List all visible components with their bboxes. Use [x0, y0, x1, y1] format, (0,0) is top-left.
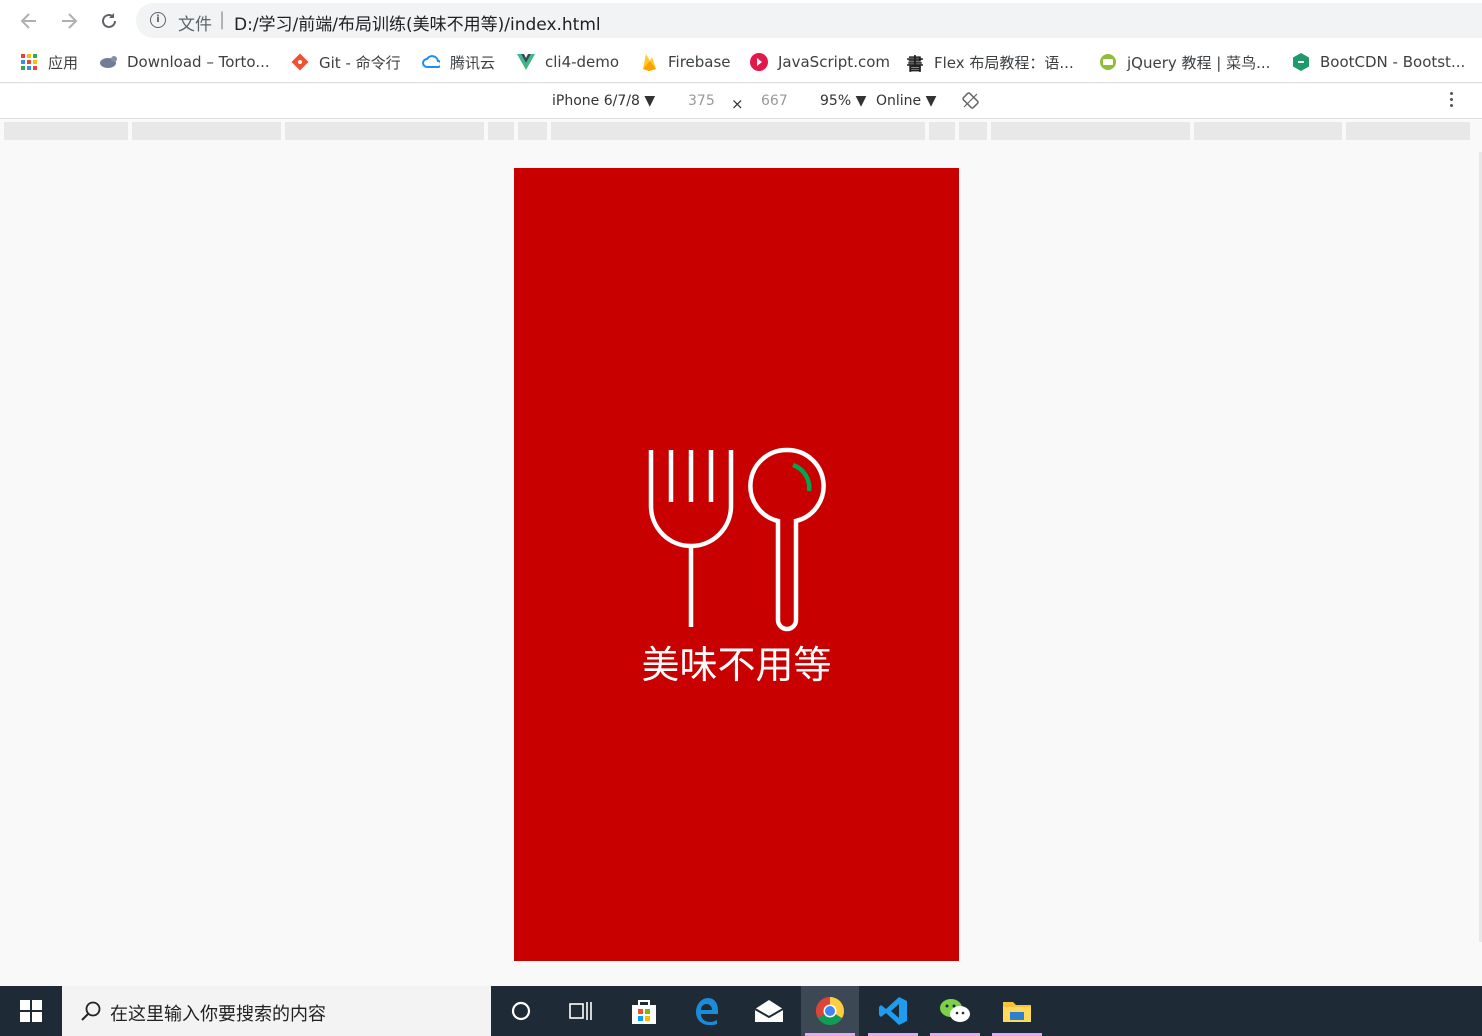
firebase-icon	[640, 53, 658, 71]
fork-spoon-icon	[648, 447, 826, 632]
url-text[interactable]: D:/学习/前端/布局训练(美味不用等)/index.html	[234, 10, 601, 35]
bookmark-label: 腾讯云	[450, 53, 496, 72]
git-icon	[291, 53, 309, 71]
rotate-icon[interactable]	[962, 92, 979, 109]
bookmark-tortoise[interactable]: Download – Torto...	[99, 52, 270, 72]
media-query-segment[interactable]	[1194, 122, 1342, 140]
wechat-button[interactable]	[926, 986, 984, 1036]
media-query-segment[interactable]	[1346, 122, 1470, 140]
media-query-segment[interactable]	[518, 122, 547, 140]
vscode-icon	[879, 997, 907, 1025]
javascript-icon	[750, 53, 768, 71]
folder-icon	[1003, 1002, 1031, 1022]
bookmark-git[interactable]: Git - 命令行	[291, 52, 401, 72]
task-view-button[interactable]	[552, 986, 610, 1036]
search-placeholder: 在这里输入你要搜索的内容	[110, 1004, 326, 1025]
bookmarks-bar: 应用 Download – Torto... Git - 命令行 腾讯云 cli…	[0, 42, 1482, 83]
windows-icon	[20, 1000, 42, 1022]
mail-icon	[754, 1000, 784, 1022]
bookmark-label: Git - 命令行	[319, 53, 401, 72]
media-query-segment[interactable]	[929, 122, 955, 140]
bookmark-javascript-com[interactable]: JavaScript.com	[750, 52, 890, 72]
apps-grid-icon	[20, 53, 38, 71]
media-query-segment[interactable]	[488, 122, 514, 140]
taskbar: 在这里输入你要搜索的内容	[0, 986, 1482, 1036]
bookmark-tencent-cloud[interactable]: 腾讯云	[422, 52, 495, 72]
cloud-icon	[422, 53, 440, 71]
search-icon	[81, 1001, 101, 1021]
bookmark-apps[interactable]: 应用	[20, 52, 78, 72]
media-query-segment[interactable]	[959, 122, 987, 140]
arrow-left-icon	[20, 13, 36, 29]
runoob-icon	[1099, 53, 1117, 71]
bookmark-label: JavaScript.com	[778, 53, 890, 71]
device-toolbar: iPhone 6/7/8 ▼ 375 × 667 95% ▼ Online ▼	[0, 84, 1482, 119]
media-query-segment[interactable]	[285, 122, 484, 140]
cortana-button[interactable]	[492, 986, 550, 1036]
vue-icon	[517, 53, 535, 71]
task-view-icon	[569, 1002, 592, 1020]
info-icon[interactable]: i	[150, 12, 166, 28]
media-query-segment[interactable]	[991, 122, 1190, 140]
throttle-select[interactable]: Online ▼	[876, 93, 936, 109]
viewport-height-input[interactable]: 667	[761, 93, 788, 109]
bookmark-label: Firebase	[668, 53, 731, 71]
bookmark-flex-tutorial[interactable]: 書 Flex 布局教程：语...	[906, 52, 1074, 75]
calligraphy-icon: 書	[906, 54, 924, 75]
browser-toolbar: i 文件 | D:/学习/前端/布局训练(美味不用等)/index.html	[0, 0, 1482, 42]
bookmark-cli4-demo[interactable]: cli4-demo	[517, 52, 619, 72]
brand-title: 美味不用等	[641, 643, 832, 687]
bookmark-bootcdn[interactable]: BootCDN - Bootst...	[1292, 52, 1465, 72]
address-bar[interactable]: i 文件 | D:/学习/前端/布局训练(美味不用等)/index.html	[136, 3, 1482, 38]
start-button[interactable]	[0, 986, 62, 1036]
chrome-icon	[816, 997, 844, 1025]
file-explorer-button[interactable]	[988, 986, 1046, 1036]
zoom-select[interactable]: 95% ▼	[820, 93, 866, 109]
bookmark-label: jQuery 教程 | 菜鸟...	[1127, 53, 1271, 72]
device-viewport: 美味不用等	[514, 168, 959, 961]
bookmark-label: cli4-demo	[545, 53, 620, 71]
media-query-segment[interactable]	[132, 122, 281, 140]
bookmark-label: Download – Torto...	[127, 53, 270, 71]
vscode-button[interactable]	[864, 986, 922, 1036]
bootcdn-icon	[1292, 53, 1310, 71]
edge-icon	[696, 998, 718, 1025]
bookmark-label: 应用	[48, 53, 79, 72]
taskbar-search[interactable]: 在这里输入你要搜索的内容	[62, 986, 491, 1036]
bookmark-label: Flex 布局教程：语...	[934, 53, 1074, 72]
cortana-icon	[511, 1001, 531, 1021]
more-options-icon[interactable]	[1450, 92, 1454, 110]
reload-icon	[102, 13, 116, 28]
forward-button[interactable]	[56, 8, 82, 34]
store-icon	[632, 1000, 656, 1024]
tortoise-icon	[99, 53, 117, 71]
mail-button[interactable]	[740, 986, 798, 1036]
viewport-width-input[interactable]: 375	[688, 93, 715, 109]
dimension-separator: ×	[731, 95, 744, 113]
reload-button[interactable]	[96, 8, 122, 34]
bookmark-firebase[interactable]: Firebase	[640, 52, 731, 72]
store-button[interactable]	[615, 986, 673, 1036]
bookmark-label: BootCDN - Bootst...	[1320, 53, 1466, 71]
media-query-bar	[4, 122, 1470, 140]
arrow-right-icon	[62, 13, 78, 29]
back-button[interactable]	[16, 8, 42, 34]
device-select[interactable]: iPhone 6/7/8 ▼	[552, 93, 655, 109]
chrome-button[interactable]	[801, 986, 859, 1036]
media-query-segment[interactable]	[4, 122, 128, 140]
wechat-icon	[940, 999, 970, 1022]
bookmark-jquery-runoob[interactable]: jQuery 教程 | 菜鸟...	[1099, 52, 1270, 72]
media-query-segment[interactable]	[551, 122, 925, 140]
file-scheme-label: 文件	[178, 15, 212, 35]
edge-button[interactable]	[678, 986, 736, 1036]
omnibox-separator: |	[219, 9, 226, 30]
